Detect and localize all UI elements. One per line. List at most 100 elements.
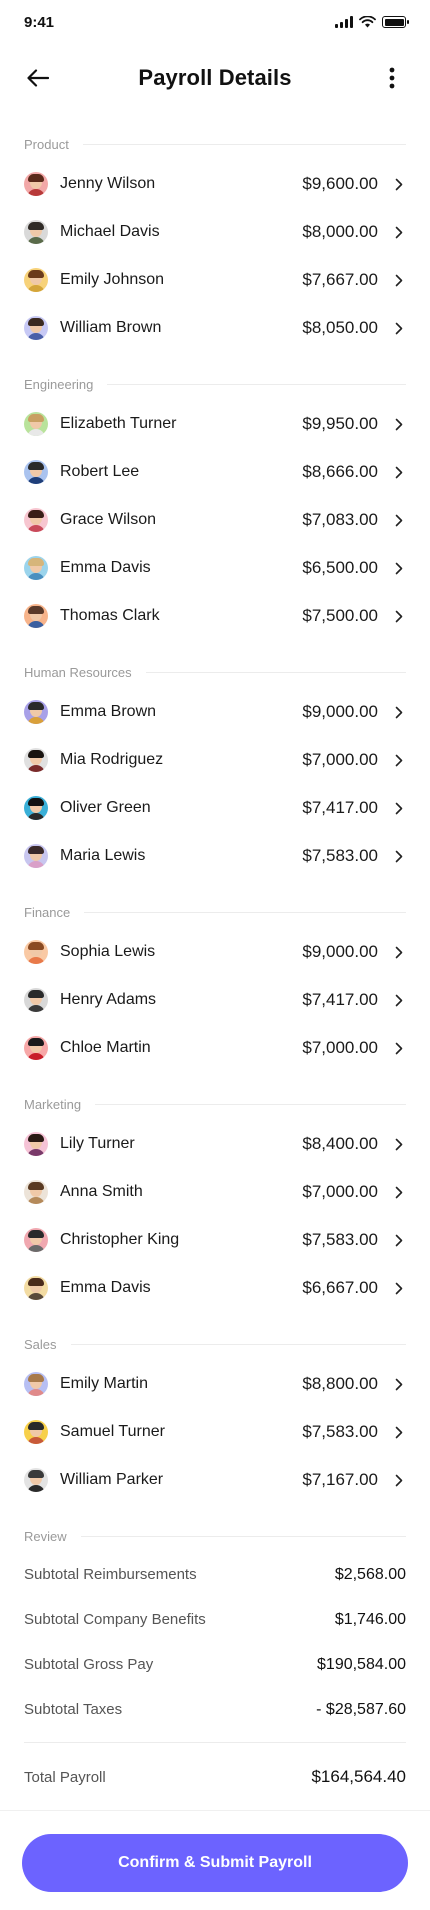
review-list: Subtotal Reimbursements $2,568.00 Subtotal… bbox=[24, 1552, 406, 1732]
employee-row[interactable]: Grace Wilson $7,083.00 bbox=[24, 496, 406, 544]
employee-name: Lily Turner bbox=[60, 1135, 135, 1152]
employee-row[interactable]: Mia Rodriguez $7,000.00 bbox=[24, 736, 406, 784]
review-row: Subtotal Gross Pay $190,584.00 bbox=[24, 1642, 406, 1687]
chevron-right-icon bbox=[392, 609, 406, 623]
chevron-right-icon bbox=[392, 417, 406, 431]
employee-amount: $7,583.00 bbox=[302, 1230, 378, 1249]
employee-amount: $7,583.00 bbox=[302, 1422, 378, 1441]
chevron-right-icon bbox=[392, 1137, 406, 1151]
review-divider bbox=[24, 1742, 406, 1743]
review-row: Subtotal Company Benefits $1,746.00 bbox=[24, 1597, 406, 1642]
avatar bbox=[24, 1132, 48, 1156]
employee-row[interactable]: Emma Brown $9,000.00 bbox=[24, 688, 406, 736]
avatar bbox=[24, 748, 48, 772]
employee-amount: $7,500.00 bbox=[302, 606, 378, 625]
section-divider bbox=[107, 383, 406, 385]
chevron-right-icon bbox=[392, 1233, 406, 1247]
section-header: Marketing bbox=[24, 1072, 406, 1120]
page-title: Payroll Details bbox=[138, 65, 292, 90]
chevron-right-icon bbox=[392, 273, 406, 287]
chevron-right-icon bbox=[392, 513, 406, 527]
section-divider bbox=[84, 911, 406, 913]
battery-icon bbox=[382, 16, 409, 28]
status-time: 9:41 bbox=[24, 13, 55, 31]
employee-name: Emma Brown bbox=[60, 703, 157, 720]
department-section: Engineering Elizabeth Turner $9,950.00 Robe… bbox=[24, 352, 406, 640]
employee-row[interactable]: Lily Turner $8,400.00 bbox=[24, 1120, 406, 1168]
employee-row[interactable]: Anna Smith $7,000.00 bbox=[24, 1168, 406, 1216]
employee-row[interactable]: Henry Adams $7,417.00 bbox=[24, 976, 406, 1024]
employee-name: Oliver Green bbox=[60, 799, 151, 816]
avatar bbox=[24, 172, 48, 196]
chevron-right-icon bbox=[392, 849, 406, 863]
employee-row[interactable]: Emma Davis $6,667.00 bbox=[24, 1264, 406, 1312]
avatar bbox=[24, 220, 48, 244]
chevron-right-icon bbox=[392, 993, 406, 1007]
avatar bbox=[24, 1420, 48, 1444]
employee-row[interactable]: Thomas Clark $7,500.00 bbox=[24, 592, 406, 640]
employee-row[interactable]: Chloe Martin $7,000.00 bbox=[24, 1024, 406, 1072]
employee-amount: $7,667.00 bbox=[302, 270, 378, 289]
department-section: Product Jenny Wilson $9,600.00 Michael Davi… bbox=[24, 112, 406, 352]
total-payroll-value: $164,564.40 bbox=[311, 1767, 406, 1786]
section-header: Sales bbox=[24, 1312, 406, 1360]
section-label: Finance bbox=[24, 904, 71, 920]
employee-row[interactable]: Robert Lee $8,666.00 bbox=[24, 448, 406, 496]
section-label: Marketing bbox=[24, 1096, 82, 1112]
employee-row[interactable]: Michael Davis $8,000.00 bbox=[24, 208, 406, 256]
review-value: $190,584.00 bbox=[317, 1655, 406, 1673]
employee-row[interactable]: Elizabeth Turner $9,950.00 bbox=[24, 400, 406, 448]
employee-row[interactable]: Samuel Turner $7,583.00 bbox=[24, 1408, 406, 1456]
employee-row[interactable]: William Parker $7,167.00 bbox=[24, 1456, 406, 1504]
section-divider bbox=[145, 671, 406, 673]
employee-name: Maria Lewis bbox=[60, 847, 146, 864]
section-label: Sales bbox=[24, 1336, 57, 1352]
employee-row[interactable]: Emily Johnson $7,667.00 bbox=[24, 256, 406, 304]
employee-row[interactable]: Emma Davis $6,500.00 bbox=[24, 544, 406, 592]
section-divider bbox=[80, 1535, 406, 1537]
employee-row[interactable]: Sophia Lewis $9,000.00 bbox=[24, 928, 406, 976]
employee-name: Robert Lee bbox=[60, 463, 140, 480]
employee-name: William Brown bbox=[60, 319, 162, 336]
cellular-signal-icon bbox=[335, 16, 353, 28]
total-payroll-label: Total Payroll bbox=[24, 1768, 106, 1786]
employee-name: Samuel Turner bbox=[60, 1423, 165, 1440]
chevron-right-icon bbox=[392, 1281, 406, 1295]
employee-name: Christopher King bbox=[60, 1231, 180, 1248]
employee-row[interactable]: Maria Lewis $7,583.00 bbox=[24, 832, 406, 880]
employee-amount: $8,000.00 bbox=[302, 222, 378, 241]
employee-row[interactable]: William Brown $8,050.00 bbox=[24, 304, 406, 352]
back-button[interactable] bbox=[22, 62, 54, 94]
chevron-right-icon bbox=[392, 1377, 406, 1391]
chevron-right-icon bbox=[392, 705, 406, 719]
avatar bbox=[24, 460, 48, 484]
avatar bbox=[24, 844, 48, 868]
employee-amount: $7,583.00 bbox=[302, 846, 378, 865]
section-label: Review bbox=[24, 1528, 67, 1544]
chevron-right-icon bbox=[392, 1041, 406, 1055]
section-header: Engineering bbox=[24, 352, 406, 400]
chevron-right-icon bbox=[392, 177, 406, 191]
more-options-button[interactable] bbox=[376, 62, 408, 94]
avatar bbox=[24, 1468, 48, 1492]
review-row: Subtotal Taxes - $28,587.60 bbox=[24, 1687, 406, 1732]
employee-name: Grace Wilson bbox=[60, 511, 157, 528]
confirm-submit-payroll-button[interactable]: Confirm & Submit Payroll bbox=[22, 1834, 408, 1892]
employee-name: Sophia Lewis bbox=[60, 943, 156, 960]
employee-row[interactable]: Emily Martin $8,800.00 bbox=[24, 1360, 406, 1408]
avatar bbox=[24, 268, 48, 292]
employee-row[interactable]: Christopher King $7,583.00 bbox=[24, 1216, 406, 1264]
review-value: - $28,587.60 bbox=[316, 1700, 406, 1718]
review-label: Subtotal Company Benefits bbox=[24, 1611, 206, 1628]
avatar bbox=[24, 508, 48, 532]
section-label: Human Resources bbox=[24, 664, 132, 680]
employee-row[interactable]: Oliver Green $7,417.00 bbox=[24, 784, 406, 832]
employee-name: Mia Rodriguez bbox=[60, 751, 164, 768]
employee-row[interactable]: Jenny Wilson $9,600.00 bbox=[24, 160, 406, 208]
total-payroll-row: Total Payroll $164,564.40 bbox=[24, 1751, 406, 1803]
status-icons bbox=[335, 16, 409, 28]
section-label: Product bbox=[24, 136, 69, 152]
avatar bbox=[24, 412, 48, 436]
employee-name: Emma Davis bbox=[60, 1279, 151, 1296]
review-section: Review Subtotal Reimbursements $2,568.00 S… bbox=[24, 1504, 406, 1803]
